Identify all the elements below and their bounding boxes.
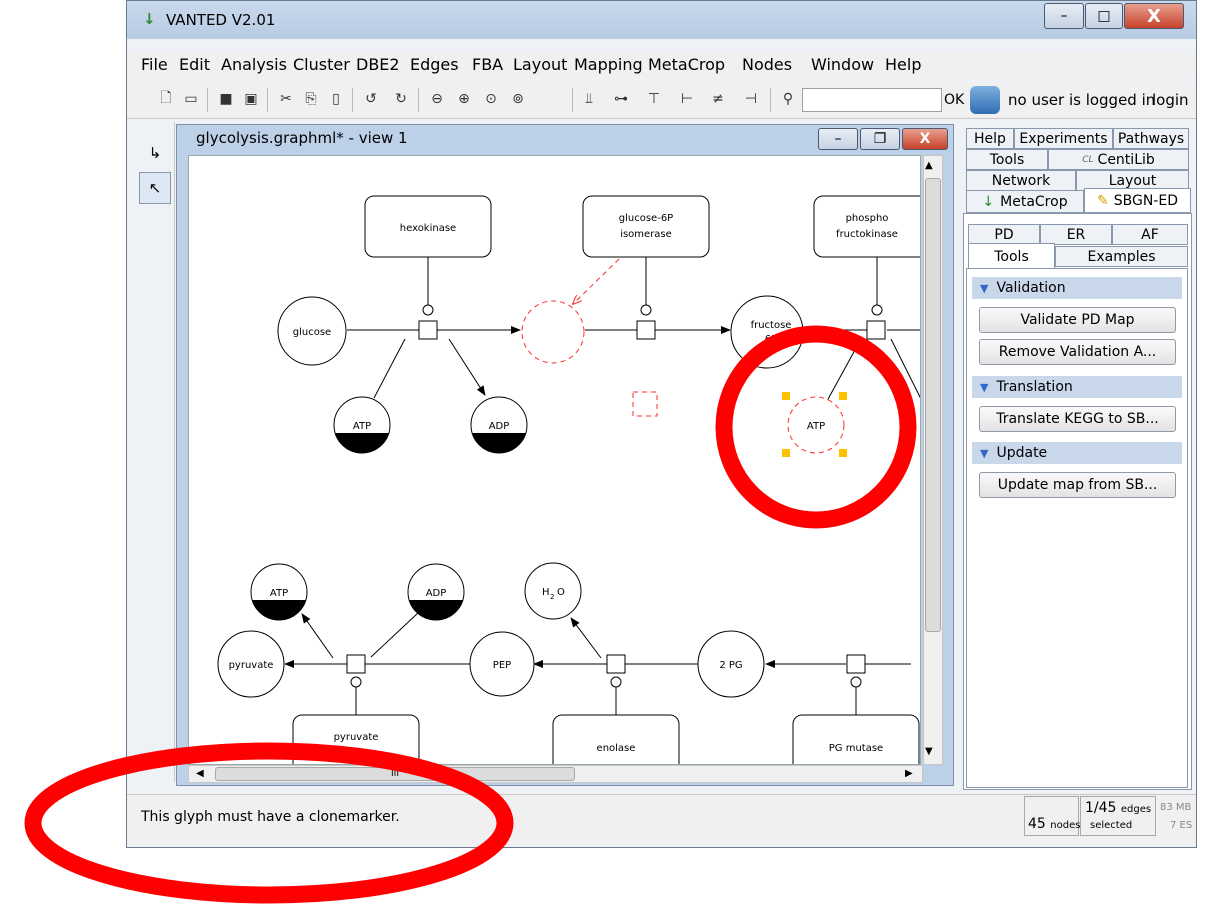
annotation-circle-status xyxy=(24,742,514,904)
annotation-overlay xyxy=(24,325,917,904)
annotation-circle-glyph xyxy=(715,325,917,529)
